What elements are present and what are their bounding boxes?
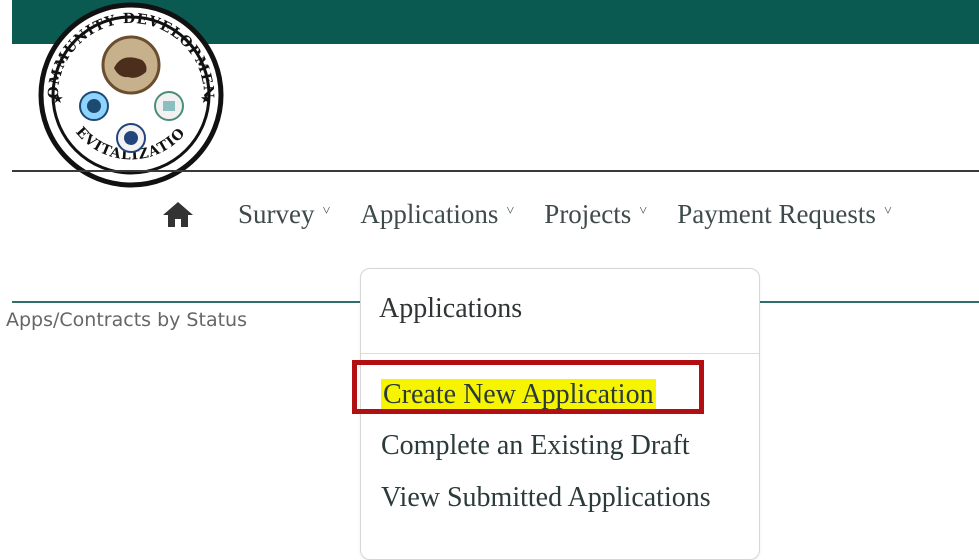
content-divider-right <box>758 301 979 303</box>
dropdown-header: Applications <box>379 293 523 324</box>
header-divider <box>12 170 979 172</box>
chevron-down-icon: ˅ <box>506 204 515 219</box>
nav-applications-label: Applications <box>360 198 499 229</box>
nav-payment-requests-label: Payment Requests <box>677 198 876 229</box>
nav-survey-label: Survey <box>238 198 315 229</box>
highlighted-menu-label: Create New Application <box>381 379 656 410</box>
breadcrumb: Apps/Contracts by Status <box>6 309 247 331</box>
home-button[interactable] <box>160 199 196 229</box>
main-navigation: Survey ˅ Applications ˅ Projects ˅ Payme… <box>160 192 922 236</box>
create-new-application-menu-item[interactable]: Create New Application <box>381 379 656 411</box>
community-development-revitalization-seal: COMMUNITY DEVELOPMENT REVITALIZATION ★ ★ <box>28 2 224 188</box>
dropdown-divider <box>361 353 759 354</box>
home-icon <box>163 202 193 227</box>
nav-applications[interactable]: Applications ˅ <box>360 199 514 230</box>
content-divider-left <box>12 301 362 303</box>
complete-existing-draft-menu-item[interactable]: Complete an Existing Draft <box>381 430 690 462</box>
star-icon: ★ <box>200 92 212 107</box>
chevron-down-icon: ˅ <box>322 204 331 219</box>
nav-survey[interactable]: Survey ˅ <box>238 199 330 230</box>
view-submitted-applications-menu-item[interactable]: View Submitted Applications <box>381 482 711 514</box>
star-icon: ★ <box>52 92 64 107</box>
chevron-down-icon: ˅ <box>639 204 648 219</box>
chevron-down-icon: ˅ <box>883 204 892 219</box>
nav-projects-label: Projects <box>544 198 632 229</box>
left-edge <box>0 0 12 542</box>
nav-projects[interactable]: Projects ˅ <box>544 199 647 230</box>
applications-dropdown-menu: Applications Create New Application Comp… <box>360 268 760 560</box>
nav-payment-requests[interactable]: Payment Requests ˅ <box>677 199 892 230</box>
